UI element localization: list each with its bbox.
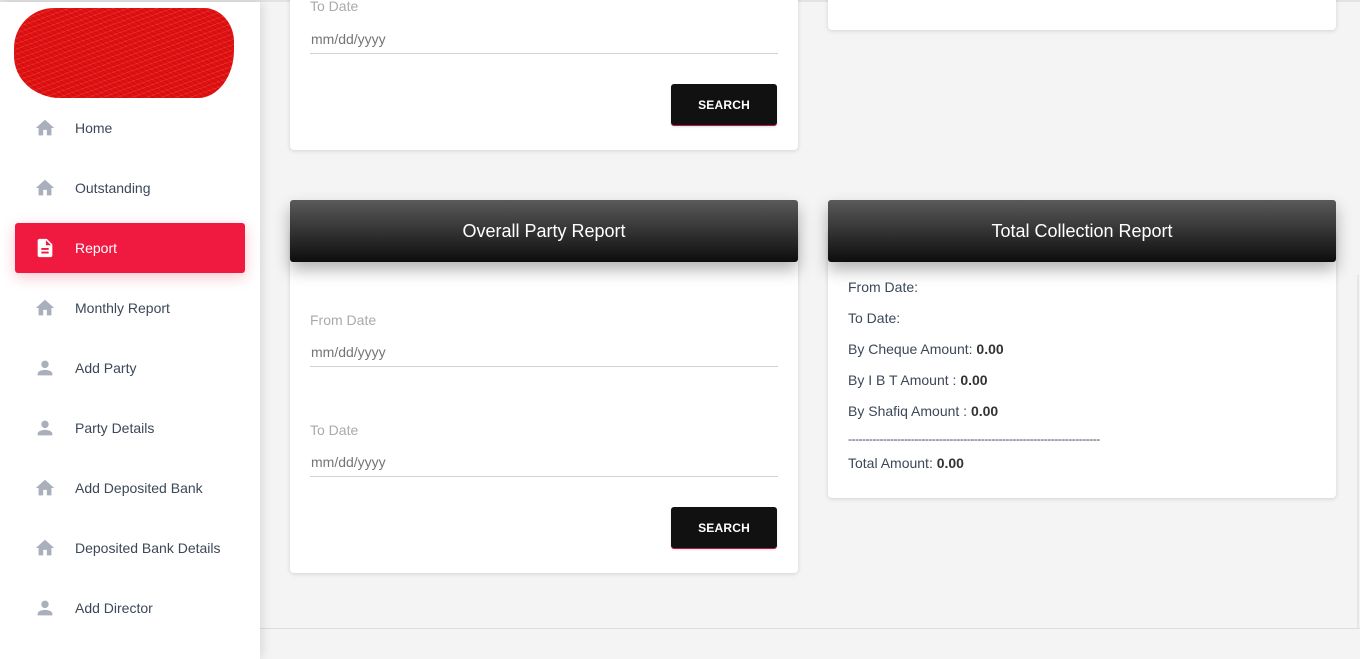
to-date-row: To Date: [848,310,900,326]
to-date-label: To Date [310,0,359,14]
shafiq-amount-label: By Shafiq Amount : [848,403,968,419]
logo [14,8,234,98]
cheque-amount-label: By Cheque Amount: [848,341,973,357]
home-icon [15,177,75,199]
from-date-row: From Date: [848,279,918,295]
shafiq-amount-row: By Shafiq Amount : 0.00 [848,403,998,419]
sidebar-item-label: Deposited Bank Details [75,540,221,556]
sidebar-item-outstanding[interactable]: Outstanding [15,163,245,213]
home-icon [15,537,75,559]
from-date-label: From Date: [848,279,919,295]
overall-party-report-header: Overall Party Report [290,200,798,262]
sidebar-item-label: Party Details [75,420,155,436]
sidebar-item-add-deposited-bank[interactable]: Add Deposited Bank [15,463,245,513]
sidebar-item-add-party[interactable]: Add Party [15,343,245,393]
from-date-input[interactable] [310,337,778,367]
search-button[interactable]: SEARCH [671,84,777,125]
document-icon [15,237,75,259]
sidebar-item-label: Outstanding [75,180,151,196]
overall-party-report-card: From Date To Date SEARCH [290,229,798,573]
from-date-label: From Date [310,312,377,328]
home-icon [15,477,75,499]
person-icon [15,357,75,379]
scrollbar-track[interactable] [1357,275,1359,628]
to-date-input[interactable] [310,24,778,54]
sidebar-item-label: Report [75,240,118,256]
cheque-amount-value: 0.00 [976,341,1004,357]
top-right-card [828,0,1336,30]
sidebar-item-party-details[interactable]: Party Details [15,403,245,453]
to-date-label: To Date [310,422,359,438]
total-amount-row: Total Amount: 0.00 [848,455,964,471]
home-icon [15,297,75,319]
search-button[interactable]: SEARCH [671,507,777,548]
sidebar-item-add-director[interactable]: Add Director [15,583,245,633]
to-date-label: To Date: [848,310,901,326]
sidebar-item-label: Monthly Report [75,300,170,316]
sidebar-item-home[interactable]: Home [15,103,245,153]
sidebar: Home Outstanding Report Monthly Report A… [0,2,260,659]
sidebar-item-deposited-bank-details[interactable]: Deposited Bank Details [15,523,245,573]
sidebar-item-label: Add Party [75,360,137,376]
ibt-amount-row: By I B T Amount : 0.00 [848,372,988,388]
top-report-card: To Date SEARCH [290,0,798,150]
sidebar-item-report[interactable]: Report [15,223,245,273]
sidebar-item-label: Add Director [75,600,153,616]
total-amount-label: Total Amount: [848,455,933,471]
sidebar-item-label: Add Deposited Bank [75,480,203,496]
total-amount-value: 0.00 [936,455,964,471]
total-collection-report-header: Total Collection Report [828,200,1336,262]
sidebar-item-monthly-report[interactable]: Monthly Report [15,283,245,333]
to-date-input[interactable] [310,447,778,477]
person-icon [15,417,75,439]
shafiq-amount-value: 0.00 [970,403,999,419]
footer-divider [260,628,1360,629]
cheque-amount-row: By Cheque Amount: 0.00 [848,341,1004,357]
separator-line: ----------------------------------------… [848,432,1100,446]
sidebar-item-label: Home [75,120,113,136]
ibt-amount-value: 0.00 [960,372,988,388]
person-icon [15,597,75,619]
home-icon [15,117,75,139]
ibt-amount-label: By I B T Amount : [848,372,957,388]
sidebar-nav: Home Outstanding Report Monthly Report A… [15,103,245,643]
